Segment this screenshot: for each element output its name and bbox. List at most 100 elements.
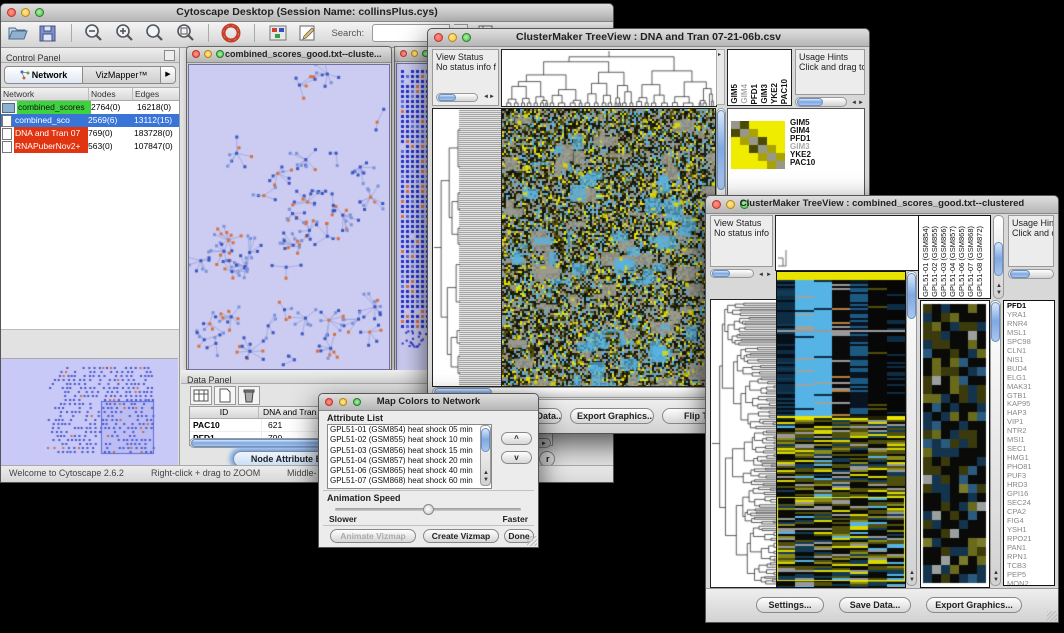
zoom-out-icon[interactable] — [82, 22, 106, 44]
zoom-in-icon[interactable] — [113, 22, 137, 44]
tv1-status-hscrollbar[interactable] — [436, 93, 478, 102]
slider-thumb[interactable] — [423, 504, 434, 515]
move-up-button[interactable]: ^ — [501, 432, 532, 445]
attribute-item[interactable]: GPL51-03 (GSM856) heat shock 15 min — [328, 446, 491, 456]
tv2-labels-vscrollbar[interactable]: ▲▼ — [993, 215, 1004, 299]
tv1-usage-hints-panel: Usage HintsClick and drag to — [795, 49, 865, 95]
tv1-titlebar[interactable]: ClusterMaker TreeView : DNA and Tran 07-… — [428, 29, 869, 47]
attribute-item[interactable]: GPL51-01 (GSM854) heat shock 05 min — [328, 425, 491, 435]
tab-network[interactable]: Network — [4, 66, 83, 84]
birdseye-view-canvas[interactable] — [1, 358, 178, 465]
save-icon[interactable] — [36, 22, 60, 44]
new-attribute-icon[interactable] — [214, 386, 236, 405]
animation-speed-label: Animation Speed — [327, 493, 401, 503]
tv2-heatmap[interactable] — [776, 271, 906, 588]
minimize-icon[interactable] — [204, 50, 212, 58]
dialog-titlebar[interactable]: Map Colors to Network — [319, 394, 538, 411]
tv2-column-label: GPL51-06 (GSM865) — [957, 226, 966, 297]
tv2-settings-button[interactable]: Settings... — [756, 597, 824, 613]
attribute-table-icon[interactable] — [190, 386, 212, 405]
tv2-title: ClusterMaker TreeView : combined_scores_… — [706, 198, 1058, 209]
tab-vizmapper[interactable]: VizMapper™ — [83, 66, 161, 84]
network-edges: 16218(0) — [137, 101, 179, 114]
network-edges: 13112(15) — [134, 114, 179, 127]
attribute-item[interactable]: GPL51-02 (GSM855) heat shock 10 min — [328, 435, 491, 445]
tv2-view-status-panel: View StatusNo status info — [710, 215, 773, 267]
network-row[interactable]: DNA and Tran 07769(0)183728(0) — [1, 127, 179, 140]
tv2-column-dendrogram-area[interactable] — [775, 215, 919, 271]
tv2-export-graphics-button[interactable]: Export Graphics... — [926, 597, 1022, 613]
attribute-item[interactable]: GPL51-04 (GSM857) heat shock 20 min — [328, 456, 491, 466]
tv2-button-bar: Settings... Save Data... Export Graphics… — [706, 588, 1058, 622]
network-row[interactable]: RNAPuberNov2+563(0)107847(0) — [1, 140, 179, 153]
tv2-row-dendrogram[interactable] — [710, 299, 777, 588]
tv1-usage-hscrollbar[interactable] — [795, 97, 847, 107]
tab-overflow-button[interactable]: ▶ — [161, 66, 176, 84]
move-down-button[interactable]: v — [501, 451, 532, 464]
close-icon[interactable] — [192, 50, 200, 58]
tv1-title: ClusterMaker TreeView : DNA and Tran 07-… — [428, 31, 869, 43]
tv2-status-hscrollbar[interactable] — [710, 269, 754, 278]
network-name: DNA and Tran 07 — [14, 127, 88, 140]
tv1-column-label: GIM3 — [760, 84, 770, 104]
network-glyph-icon — [20, 70, 30, 80]
tv1-side-strip[interactable]: ▸ — [716, 49, 725, 105]
float-panel-icon[interactable] — [164, 50, 175, 61]
animate-vizmap-button[interactable]: Animate Vizmap — [330, 529, 416, 543]
tv1-heatmap[interactable] — [501, 108, 716, 387]
zoom-selected-icon[interactable] — [174, 22, 198, 44]
help-lifesaver-icon[interactable] — [220, 22, 244, 44]
faster-label: Faster — [502, 514, 528, 524]
resize-grip[interactable] — [527, 536, 537, 546]
zoom-window-icon[interactable] — [216, 50, 224, 58]
tv2-heatmap-vscrollbar[interactable]: ▲▼ — [906, 271, 917, 586]
tv1-column-dendrogram[interactable] — [501, 49, 717, 107]
animation-speed-slider[interactable] — [335, 508, 521, 511]
tv1-gene-list: GIM5GIM4PFD1GIM3YKE2PAC10 — [790, 119, 815, 167]
tv2-titlebar[interactable]: ClusterMaker TreeView : combined_scores_… — [706, 196, 1058, 214]
network-name: RNAPuberNov2+ — [14, 140, 88, 153]
tv2-column-labels-panel: GPL51-01 (GSM854)GPL51-02 (GSM855)GPL51-… — [918, 215, 991, 299]
minimize-icon[interactable] — [411, 50, 418, 57]
attribute-item[interactable]: GPL51-06 (GSM865) heat shock 40 min — [328, 466, 491, 476]
network-edges: 107847(0) — [134, 140, 179, 153]
network-edges: 183728(0) — [134, 127, 179, 140]
attribute-item[interactable]: GPL51-07 (GSM868) heat shock 60 min — [328, 476, 491, 486]
tv2-save-data-button[interactable]: Save Data... — [839, 597, 911, 613]
attribute-listbox[interactable]: GPL51-01 (GSM854) heat shock 05 minGPL51… — [327, 424, 492, 489]
close-icon[interactable] — [400, 50, 407, 57]
tv2-usage-hscrollbar[interactable] — [1008, 269, 1054, 279]
network-name: combined_scores — [17, 101, 91, 114]
network-row[interactable]: combined_sco2569(6)13112(15) — [1, 114, 179, 127]
tv2-zoom-vscrollbar[interactable]: ▲▼ — [990, 300, 1001, 586]
delete-attribute-icon[interactable] — [238, 386, 260, 405]
annotation-icon[interactable] — [296, 22, 320, 44]
tv2-zoom-heatmap[interactable] — [920, 300, 990, 588]
attribute-list-vscrollbar[interactable]: ▲▼ — [480, 425, 491, 486]
tv1-similarity-matrix[interactable] — [731, 121, 785, 169]
network-view-canvas[interactable] — [188, 64, 390, 370]
control-panel: Control Panel Network VizMapper™ ▶ Netwo… — [1, 48, 180, 466]
network-nodes: 2764(0) — [91, 101, 137, 114]
tv2-column-label: GPL51-04 (GSM857) — [948, 226, 957, 297]
folder-icon — [2, 103, 15, 113]
status-welcome: Welcome to Cytoscape 2.6.2 — [9, 468, 124, 478]
tv1-column-label: GIM4 — [740, 84, 750, 104]
tv1-gene-label: PAC10 — [790, 159, 815, 167]
tv1-view-status-panel: View StatusNo status info f ◄► — [432, 49, 499, 106]
network-name: combined_sco — [14, 114, 88, 127]
network-table[interactable]: combined_scores2764(0)16218(0)combined_s… — [1, 101, 179, 330]
tv2-column-label: GPL51-03 (GSM856) — [939, 226, 948, 297]
create-vizmap-button[interactable]: Create Vizmap — [423, 529, 499, 543]
vizmapper-icon[interactable] — [266, 22, 290, 44]
tv2-gene-list-panel: PFD1YRA1RNR4MSL1SPC98CLN1NIS1BUD4ELG1MAK… — [1003, 300, 1055, 586]
open-file-icon[interactable] — [6, 22, 30, 44]
main-titlebar[interactable]: Cytoscape Desktop (Session Name: collins… — [1, 4, 613, 22]
tv1-column-label: PAC10 — [780, 79, 790, 104]
tv1-export-graphics-button[interactable]: Export Graphics... — [570, 408, 654, 424]
network-row[interactable]: combined_scores2764(0)16218(0) — [1, 101, 179, 114]
network-nodes: 563(0) — [88, 140, 134, 153]
zoom-fit-icon[interactable] — [143, 22, 167, 44]
tv1-row-dendrogram[interactable] — [432, 108, 502, 387]
resize-grip[interactable] — [1047, 611, 1057, 621]
